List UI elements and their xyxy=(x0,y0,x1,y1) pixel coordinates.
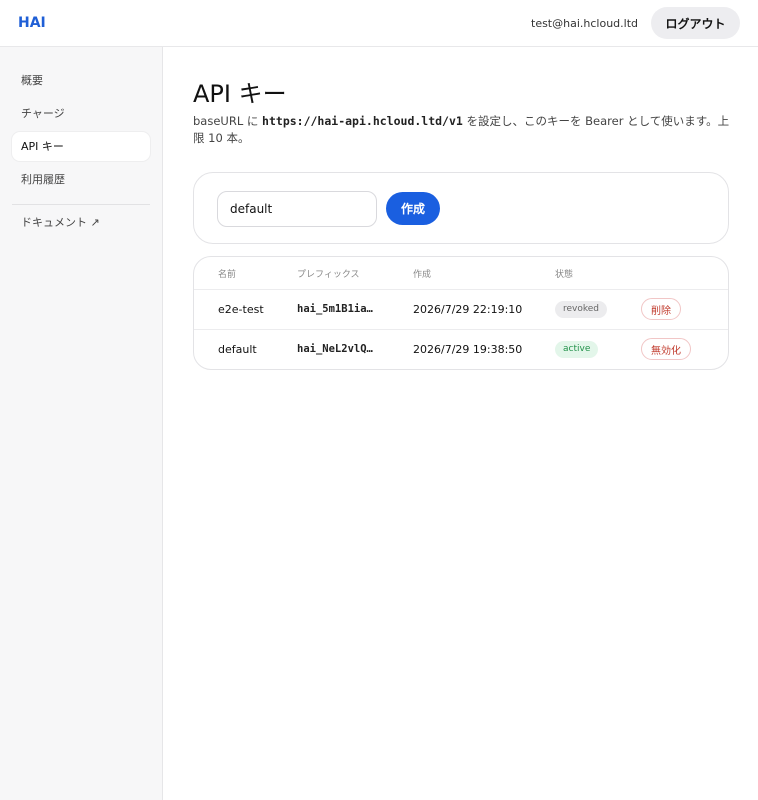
sidebar-item-documents[interactable]: ドキュメント ↗ xyxy=(12,208,150,237)
column-header-name: 名前 xyxy=(218,270,237,280)
top-bar: HAI test@hai.hcloud.ltd ログアウト xyxy=(0,0,758,47)
create-key-button[interactable]: 作成 xyxy=(386,192,440,225)
create-key-card: 作成 xyxy=(193,172,729,244)
desc-text-pre: baseURL に xyxy=(193,114,263,128)
delete-key-button[interactable]: 削除 xyxy=(641,298,681,320)
column-header-status: 状態 xyxy=(555,270,574,280)
logout-button[interactable]: ログアウト xyxy=(651,7,740,39)
key-created-at: 2026/7/29 19:38:50 xyxy=(413,343,523,356)
table-row: default hai_NeL2vlQ… 2026/7/29 19:38:50 … xyxy=(194,329,728,369)
base-url: https://hai-api.hcloud.ltd/v1 xyxy=(262,114,463,128)
sidebar-item-overview[interactable]: 概要 xyxy=(12,66,150,95)
sidebar-item-usage-history[interactable]: 利用履歴 xyxy=(12,165,150,194)
key-prefix: hai_5m1B1ia… xyxy=(297,303,373,315)
status-badge: active xyxy=(555,341,599,358)
page-title: API キー xyxy=(193,80,287,108)
api-keys-table: 名前 プレフィックス 作成 状態 e2e-test hai_5m1B1ia… 2… xyxy=(193,256,729,370)
status-badge: revoked xyxy=(555,301,608,318)
brand-logo[interactable]: HAI xyxy=(18,15,46,31)
sidebar-divider xyxy=(12,204,150,205)
key-created-at: 2026/7/29 22:19:10 xyxy=(413,303,523,316)
column-header-prefix: プレフィックス xyxy=(297,270,360,280)
sidebar-item-api-keys[interactable]: API キー xyxy=(12,132,150,161)
main-content: API キー baseURL に https://hai-api.hcloud.… xyxy=(163,47,758,800)
user-email: test@hai.hcloud.ltd xyxy=(531,17,638,30)
table-row: e2e-test hai_5m1B1ia… 2026/7/29 22:19:10… xyxy=(194,289,728,329)
page-description: baseURL に https://hai-api.hcloud.ltd/v1 … xyxy=(193,113,733,147)
key-prefix: hai_NeL2vlQ… xyxy=(297,343,373,355)
column-header-created: 作成 xyxy=(413,270,432,280)
disable-key-button[interactable]: 無効化 xyxy=(641,338,691,360)
sidebar: 概要 チャージ API キー 利用履歴 ドキュメント ↗ xyxy=(0,47,163,800)
key-name: e2e-test xyxy=(218,303,264,316)
sidebar-item-charge[interactable]: チャージ xyxy=(12,99,150,128)
key-name: default xyxy=(218,343,257,356)
key-name-input[interactable] xyxy=(217,191,377,227)
